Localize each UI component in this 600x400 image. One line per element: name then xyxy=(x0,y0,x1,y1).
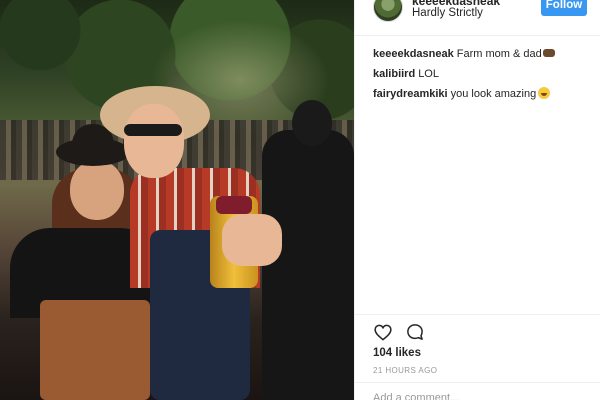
photo-person-mid-sunglasses xyxy=(124,124,182,136)
post-side-panel: keeeekdasneak Hardly Strictly Follow kee… xyxy=(354,0,600,400)
post-timestamp[interactable]: 21 HOURS AGO xyxy=(373,366,437,375)
comment-username[interactable]: kalibiird xyxy=(373,68,415,80)
comment-username[interactable]: keeeekdasneak xyxy=(373,48,454,60)
post-photo[interactable] xyxy=(0,0,354,400)
photo-hand xyxy=(222,214,282,266)
post-location[interactable]: Hardly Strictly xyxy=(412,7,483,19)
comment-item: kalibiird LOL xyxy=(373,64,593,84)
comment-text: Farm mom & dad xyxy=(456,48,542,60)
heart-icon[interactable] xyxy=(373,322,393,342)
photo-person-left-hat xyxy=(56,138,130,166)
comment-text: you look amazing xyxy=(450,88,537,100)
actions-divider xyxy=(355,314,600,315)
comment-username[interactable]: fairydreamkiki xyxy=(373,88,448,100)
comment-bubble-icon[interactable] xyxy=(405,322,425,342)
post-header: keeeekdasneak Hardly Strictly Follow xyxy=(355,0,600,36)
add-comment-input[interactable] xyxy=(373,390,563,400)
photo-person-left-face xyxy=(70,160,124,220)
action-icons xyxy=(373,322,425,342)
comment-text: LOL xyxy=(418,68,439,80)
smiling-face-emoji-icon xyxy=(538,87,551,99)
photo-person-left-skirt xyxy=(40,300,150,400)
like-count[interactable]: 104 likes xyxy=(373,347,421,359)
comment-item: keeeekdasneak Farm mom & dad xyxy=(373,44,593,64)
photo-person-mid-face xyxy=(124,104,184,178)
comment-item: fairydreamkiki you look amazing xyxy=(373,84,593,104)
avatar[interactable] xyxy=(373,0,403,22)
comment-box-divider xyxy=(355,382,600,383)
follow-button[interactable]: Follow xyxy=(541,0,587,16)
photo-person-right-head xyxy=(292,100,332,146)
comment-list: keeeekdasneak Farm mom & dad kalibiird LOL… xyxy=(373,44,593,104)
photo-beer-can-top xyxy=(216,196,252,214)
cow-emoji-icon xyxy=(542,49,555,57)
photo-person-right xyxy=(262,130,354,400)
